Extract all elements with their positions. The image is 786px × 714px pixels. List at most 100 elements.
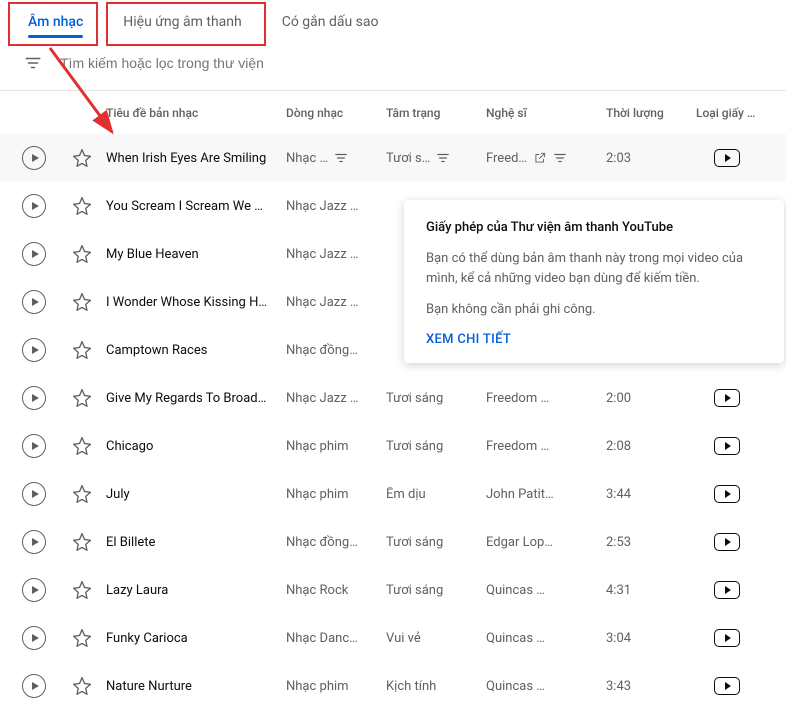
track-genre: Nhạc Jazz …	[286, 391, 386, 406]
youtube-button[interactable]	[696, 485, 758, 503]
track-artist: Freedom …	[486, 391, 606, 406]
col-genre[interactable]: Dòng nhạc	[286, 106, 386, 120]
youtube-button[interactable]	[696, 677, 758, 695]
track-genre: Nhạc đồng…	[286, 343, 386, 358]
track-title: When Irish Eyes Are Smiling	[106, 151, 286, 166]
tooltip-details-link[interactable]: XEM CHI TIẾT	[426, 332, 762, 347]
track-mood: Tươi sáng	[386, 391, 486, 406]
youtube-button[interactable]	[696, 389, 758, 407]
play-button[interactable]	[10, 578, 58, 602]
track-genre: Nhạc Jazz …	[286, 247, 386, 262]
track-mood: Kịch tính	[386, 679, 486, 694]
track-title: You Scream I Scream We …	[106, 199, 286, 214]
track-artist: Freedom …	[486, 439, 606, 454]
star-button[interactable]	[58, 484, 106, 504]
table-row[interactable]: Nature NurtureNhạc phimKịch tínhQuincas …	[0, 662, 786, 710]
star-button[interactable]	[58, 628, 106, 648]
track-artist: Freed…	[486, 151, 606, 166]
star-button[interactable]	[58, 388, 106, 408]
track-title: Lazy Laura	[106, 583, 286, 598]
track-duration: 3:44	[606, 487, 696, 502]
play-button[interactable]	[10, 386, 58, 410]
play-button[interactable]	[10, 434, 58, 458]
table-header: Tiêu đề bản nhạc Dòng nhạc Tâm trạng Ngh…	[0, 90, 786, 134]
track-artist: Quincas …	[486, 631, 606, 646]
table-row[interactable]: JulyNhạc phimÊm dịuJohn Patit…3:44	[0, 470, 786, 518]
track-artist: Edgar Lop…	[486, 535, 606, 550]
play-button[interactable]	[10, 146, 58, 170]
star-button[interactable]	[58, 148, 106, 168]
track-artist: Quincas …	[486, 583, 606, 598]
track-genre: Nhạc phim	[286, 439, 386, 454]
table-row[interactable]: Give My Regards To Broad…Nhạc Jazz …Tươi…	[0, 374, 786, 422]
track-duration: 2:00	[606, 391, 696, 406]
track-duration: 3:43	[606, 679, 696, 694]
track-genre: Nhạc Jazz …	[286, 199, 386, 214]
track-genre: Nhạc …	[286, 151, 386, 166]
youtube-button[interactable]	[696, 437, 758, 455]
table-row[interactable]: Funky CariocaNhạc Danc…Vui vẻQuincas …3:…	[0, 614, 786, 662]
col-duration[interactable]: Thời lượng	[606, 106, 696, 120]
track-mood: Tươi sáng	[386, 439, 486, 454]
youtube-button[interactable]	[696, 581, 758, 599]
track-duration: 4:31	[606, 583, 696, 598]
star-button[interactable]	[58, 244, 106, 264]
track-duration: 2:08	[606, 439, 696, 454]
tab-starred[interactable]: Có gắn dấu sao	[262, 0, 399, 44]
col-artist[interactable]: Nghệ sĩ	[486, 106, 606, 120]
table-row[interactable]: Lazy LauraNhạc RockTươi sángQuincas …4:3…	[0, 566, 786, 614]
track-genre: Nhạc phim	[286, 487, 386, 502]
table-row[interactable]: ChicagoNhạc phimTươi sángFreedom …2:08	[0, 422, 786, 470]
track-genre: Nhạc Jazz …	[286, 295, 386, 310]
track-mood: Vui vẻ	[386, 631, 486, 646]
play-button[interactable]	[10, 530, 58, 554]
star-button[interactable]	[58, 292, 106, 312]
play-button[interactable]	[10, 626, 58, 650]
track-duration: 2:53	[606, 535, 696, 550]
youtube-button[interactable]	[696, 149, 758, 167]
star-button[interactable]	[58, 676, 106, 696]
track-genre: Nhạc Rock	[286, 583, 386, 598]
star-button[interactable]	[58, 580, 106, 600]
search-input[interactable]	[60, 55, 360, 71]
table-row[interactable]: El BilleteNhạc đồng…Tươi sángEdgar Lop…2…	[0, 518, 786, 566]
col-title[interactable]: Tiêu đề bản nhạc	[106, 106, 286, 120]
track-title: El Billete	[106, 535, 286, 550]
star-button[interactable]	[58, 196, 106, 216]
track-genre: Nhạc đồng…	[286, 535, 386, 550]
youtube-button[interactable]	[696, 629, 758, 647]
tab-music[interactable]: Âm nhạc	[8, 0, 103, 44]
tooltip-body: Bạn có thể dùng bản âm thanh này trong m…	[426, 249, 762, 288]
play-button[interactable]	[10, 338, 58, 362]
star-button[interactable]	[58, 532, 106, 552]
play-button[interactable]	[10, 674, 58, 698]
tabs-bar: Âm nhạc Hiệu ứng âm thanh Có gắn dấu sao	[0, 0, 786, 44]
star-button[interactable]	[58, 340, 106, 360]
track-genre: Nhạc phim	[286, 679, 386, 694]
play-button[interactable]	[10, 290, 58, 314]
tooltip-body: Bạn không cần phải ghi công.	[426, 300, 762, 320]
table-row[interactable]: When Irish Eyes Are SmilingNhạc …Tươi s……	[0, 134, 786, 182]
track-title: Nature Nurture	[106, 679, 286, 694]
track-mood: Tươi sáng	[386, 535, 486, 550]
track-mood: Êm dịu	[386, 487, 486, 502]
star-button[interactable]	[58, 436, 106, 456]
tab-sound-effects[interactable]: Hiệu ứng âm thanh	[103, 0, 261, 44]
youtube-button[interactable]	[696, 533, 758, 551]
track-genre: Nhạc Danc…	[286, 631, 386, 646]
track-artist: John Patit…	[486, 487, 606, 502]
track-title: July	[106, 487, 286, 502]
filter-lines-icon[interactable]	[24, 54, 42, 72]
track-mood: Tươi sáng	[386, 583, 486, 598]
play-button[interactable]	[10, 482, 58, 506]
track-title: Funky Carioca	[106, 631, 286, 646]
track-title: Give My Regards To Broad…	[106, 391, 286, 406]
track-duration: 3:04	[606, 631, 696, 646]
track-title: I Wonder Whose Kissing H…	[106, 295, 286, 310]
track-mood: Tươi s…	[386, 151, 486, 166]
play-button[interactable]	[10, 242, 58, 266]
col-license[interactable]: Loại giấy ph	[696, 106, 758, 120]
track-title: Camptown Races	[106, 343, 286, 358]
play-button[interactable]	[10, 194, 58, 218]
col-mood[interactable]: Tâm trạng	[386, 106, 486, 120]
